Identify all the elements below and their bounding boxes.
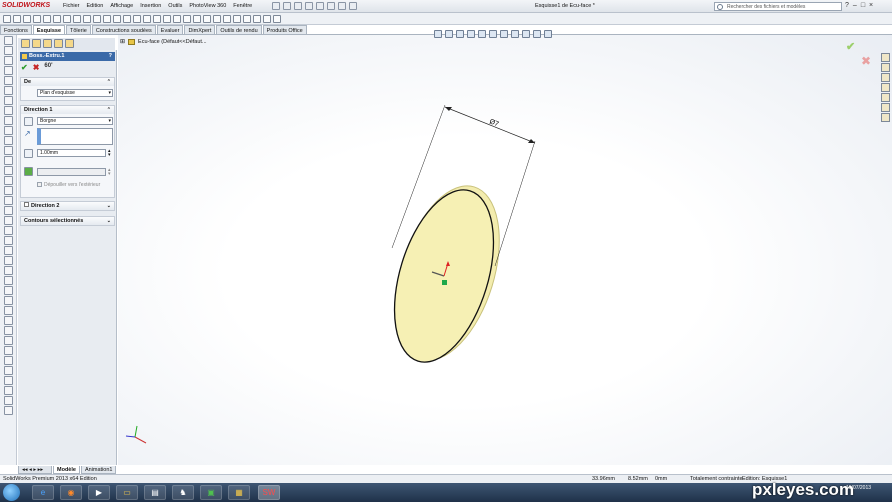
model-tabs: ◂◂ ◂ ▸ ▸▸ Modèle Animation1	[18, 466, 128, 474]
triad-y	[134, 425, 138, 438]
network-icon[interactable]: ▣	[200, 485, 222, 500]
dimension-label[interactable]: Ø7	[488, 118, 499, 128]
start-button[interactable]	[3, 484, 20, 501]
model-canvas: Ø7	[125, 104, 536, 444]
photo-icon[interactable]: ▦	[228, 485, 250, 500]
explorer-icon[interactable]: ▭	[116, 485, 138, 500]
firefox-icon[interactable]: ◉	[60, 485, 82, 500]
triad-z	[125, 435, 136, 438]
media-player-icon[interactable]: ▶	[88, 485, 110, 500]
dimension-arrow-2	[528, 139, 535, 143]
game-icon[interactable]: ♞	[172, 485, 194, 500]
clock: 19/07/2013	[846, 485, 872, 491]
watermark: pxleyes.com	[752, 480, 855, 499]
tab-scroll-controls[interactable]: ◂◂ ◂ ▸ ▸▸	[18, 466, 52, 474]
document-icon[interactable]: ▤	[144, 485, 166, 500]
tab-modele[interactable]: Modèle	[53, 466, 80, 474]
tab-animation1[interactable]: Animation1	[80, 466, 117, 474]
dimension-arrow-1	[445, 107, 452, 111]
origin-point[interactable]	[442, 280, 447, 285]
triad-x	[134, 436, 147, 444]
extension-line-2	[494, 140, 536, 267]
ie-icon[interactable]: e	[32, 485, 54, 500]
solidworks-taskbar-icon[interactable]: SW	[258, 485, 280, 500]
